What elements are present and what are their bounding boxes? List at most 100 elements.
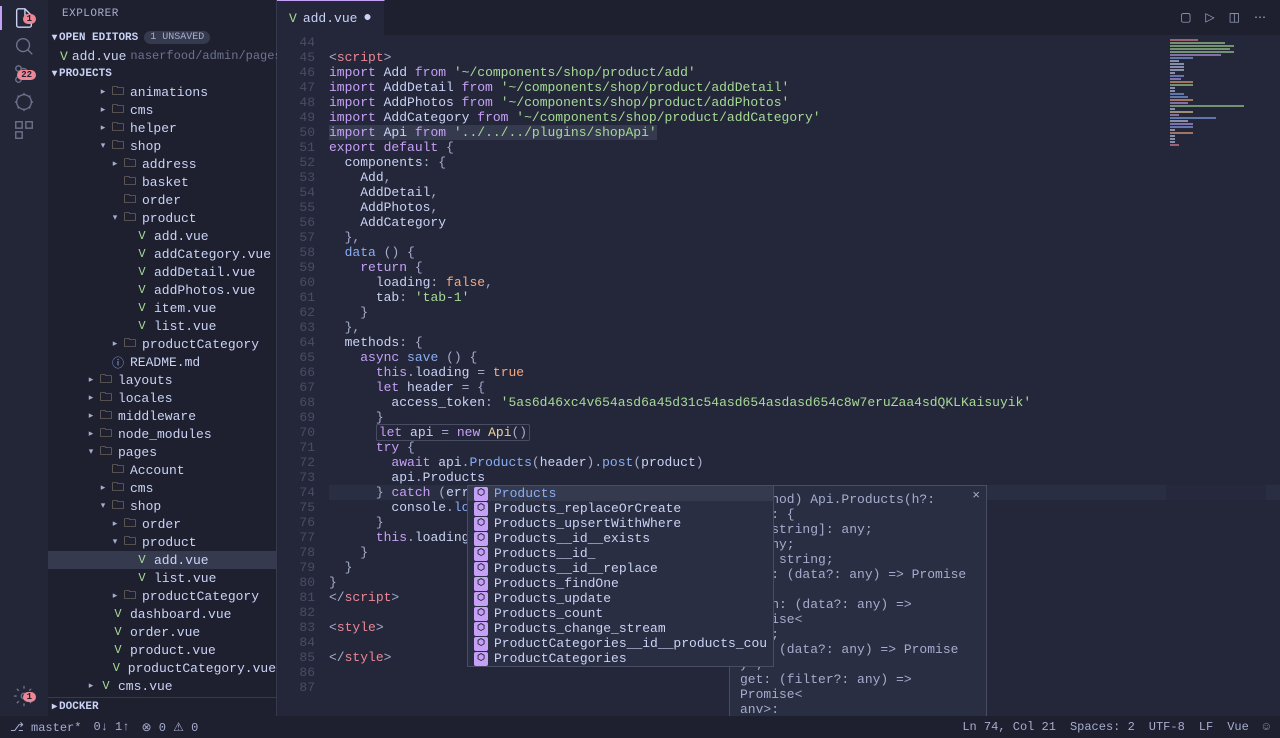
method-icon: ⬡ xyxy=(474,562,488,576)
tree-item-cms[interactable]: ▸🗀cms xyxy=(48,101,276,119)
tree-item-shop[interactable]: ▾🗀shop xyxy=(48,497,276,515)
cursor-position[interactable]: Ln 74, Col 21 xyxy=(962,720,1056,734)
md-icon: ⓘ xyxy=(110,354,126,371)
tree-item-productCategory-vue[interactable]: ▸VproductCategory.vue xyxy=(48,659,276,677)
tree-item-layouts[interactable]: ▸🗀layouts xyxy=(48,371,276,389)
encoding-status[interactable]: UTF-8 xyxy=(1149,720,1185,734)
tree-item-product[interactable]: ▾🗀product xyxy=(48,209,276,227)
search-icon[interactable] xyxy=(12,34,36,58)
suggest-item[interactable]: ⬡Products__id__exists xyxy=(468,531,773,546)
git-icon[interactable]: 22 xyxy=(12,62,36,86)
method-icon: ⬡ xyxy=(474,547,488,561)
suggest-widget[interactable]: ⬡Products⬡Products_replaceOrCreate⬡Produ… xyxy=(467,485,774,667)
feedback-icon[interactable]: ☺ xyxy=(1263,720,1270,734)
tree-item-productCategory[interactable]: ▸🗀productCategory xyxy=(48,587,276,605)
suggest-item[interactable]: ⬡Products__id__replace xyxy=(468,561,773,576)
vue-icon: V xyxy=(134,283,150,297)
tree-item-node_modules[interactable]: ▸🗀node_modules xyxy=(48,425,276,443)
tree-item-locales[interactable]: ▸🗀locales xyxy=(48,389,276,407)
tree-item-animations[interactable]: ▸🗀animations xyxy=(48,83,276,101)
tree-item-addCategory-vue[interactable]: ▸VaddCategory.vue xyxy=(48,245,276,263)
vue-icon: V xyxy=(134,247,150,261)
debug-icon[interactable] xyxy=(12,90,36,114)
folder-icon: 🗀 xyxy=(122,532,138,553)
tree-item-order-vue[interactable]: ▸Vorder.vue xyxy=(48,623,276,641)
vue-icon: V xyxy=(134,301,150,315)
tree-item-list-vue[interactable]: ▸Vlist.vue xyxy=(48,317,276,335)
tab-dirty-icon[interactable]: ● xyxy=(363,10,371,26)
suggest-item[interactable]: ⬡Products xyxy=(468,486,773,501)
method-icon: ⬡ xyxy=(474,592,488,606)
tree-item-README-md[interactable]: ▸ⓘREADME.md xyxy=(48,353,276,371)
tree-item-middleware[interactable]: ▸🗀middleware xyxy=(48,407,276,425)
tree-item-add-vue[interactable]: ▸Vadd.vue xyxy=(48,227,276,245)
vue-icon: V xyxy=(134,265,150,279)
tree-item-product[interactable]: ▾🗀product xyxy=(48,533,276,551)
split-editor-icon[interactable]: ◫ xyxy=(1229,10,1240,25)
sync-status[interactable]: 0↓ 1↑ xyxy=(93,720,129,734)
tree-item-shop[interactable]: ▾🗀shop xyxy=(48,137,276,155)
vue-icon: V xyxy=(110,643,126,657)
problems-status[interactable]: ⊗ 0 ⚠ 0 xyxy=(141,720,198,735)
suggest-item[interactable]: ⬡ProductCategories__id__products_cou xyxy=(468,636,773,651)
vue-icon: V xyxy=(98,679,114,693)
tree-item-dashboard-vue[interactable]: ▸Vdashboard.vue xyxy=(48,605,276,623)
suggest-item[interactable]: ⬡Products_update xyxy=(468,591,773,606)
language-status[interactable]: Vue xyxy=(1227,720,1249,734)
tree-item-addDetail-vue[interactable]: ▸VaddDetail.vue xyxy=(48,263,276,281)
tree-item-add-vue[interactable]: ▸Vadd.vue xyxy=(48,551,276,569)
open-editor-item[interactable]: V add.vue naserfood/admin/pages/shop/p..… xyxy=(48,47,276,65)
tree-item-cms-vue[interactable]: ▸Vcms.vue xyxy=(48,677,276,695)
tree-item-product-vue[interactable]: ▸Vproduct.vue xyxy=(48,641,276,659)
tree-item-productCategory[interactable]: ▸🗀productCategory xyxy=(48,335,276,353)
vue-icon: V xyxy=(289,11,297,26)
tree-item-Account[interactable]: ▸🗀Account xyxy=(48,461,276,479)
split-icon[interactable]: ▢ xyxy=(1180,10,1191,25)
suggest-item[interactable]: ⬡Products_upsertWithWhere xyxy=(468,516,773,531)
tree-item-helper[interactable]: ▸🗀helper xyxy=(48,119,276,137)
more-icon[interactable]: ⋯ xyxy=(1254,10,1266,25)
code-area[interactable]: <script>import Add from '~/components/sh… xyxy=(329,35,1280,716)
suggest-item[interactable]: ⬡Products_change_stream xyxy=(468,621,773,636)
folder-icon: 🗀 xyxy=(122,586,138,607)
method-icon: ⬡ xyxy=(474,637,488,651)
projects-header[interactable]: ▾PROJECTS xyxy=(48,65,276,83)
tab-add-vue[interactable]: V add.vue ● xyxy=(277,0,385,35)
suggest-item[interactable]: ⬡ProductCategories xyxy=(468,651,773,666)
vue-icon: V xyxy=(60,49,68,64)
tree-item-addPhotos-vue[interactable]: ▸VaddPhotos.vue xyxy=(48,281,276,299)
suggest-item[interactable]: ⬡Products__id_ xyxy=(468,546,773,561)
tree-item-address[interactable]: ▸🗀address xyxy=(48,155,276,173)
tree-item-list-vue[interactable]: ▸Vlist.vue xyxy=(48,569,276,587)
suggest-item[interactable]: ⬡Products_count xyxy=(468,606,773,621)
method-icon: ⬡ xyxy=(474,487,488,501)
tree-item-pages[interactable]: ▾🗀pages xyxy=(48,443,276,461)
git-branch[interactable]: ⎇ master* xyxy=(10,720,81,735)
method-icon: ⬡ xyxy=(474,652,488,666)
files-icon[interactable]: 1 xyxy=(12,6,36,30)
tree-item-cms[interactable]: ▸🗀cms xyxy=(48,479,276,497)
folder-icon: 🗀 xyxy=(122,208,138,229)
status-bar: ⎇ master* 0↓ 1↑ ⊗ 0 ⚠ 0 Ln 74, Col 21 Sp… xyxy=(0,716,1280,738)
run-icon[interactable]: ▷ xyxy=(1205,10,1214,25)
tree-item-basket[interactable]: ▸🗀basket xyxy=(48,173,276,191)
method-icon: ⬡ xyxy=(474,502,488,516)
suggest-item[interactable]: ⬡Products_replaceOrCreate xyxy=(468,501,773,516)
eol-status[interactable]: LF xyxy=(1199,720,1213,734)
vue-icon: V xyxy=(110,625,126,639)
tree-item-item-vue[interactable]: ▸Vitem.vue xyxy=(48,299,276,317)
suggest-item[interactable]: ⬡Products_findOne xyxy=(468,576,773,591)
close-icon[interactable]: × xyxy=(972,488,980,503)
open-editors-header[interactable]: ▾OPEN EDITORS1 UNSAVED xyxy=(48,28,276,47)
minimap[interactable] xyxy=(1166,35,1266,716)
tree-item-order[interactable]: ▸🗀order xyxy=(48,515,276,533)
folder-icon: 🗀 xyxy=(122,334,138,355)
indent-status[interactable]: Spaces: 2 xyxy=(1070,720,1135,734)
vue-icon: V xyxy=(134,553,150,567)
settings-icon[interactable]: 1 xyxy=(12,684,36,708)
docker-header[interactable]: ▸DOCKER xyxy=(48,697,276,716)
extensions-icon[interactable] xyxy=(12,118,36,142)
method-icon: ⬡ xyxy=(474,577,488,591)
tree-item-order[interactable]: ▸🗀order xyxy=(48,191,276,209)
vue-icon: V xyxy=(134,319,150,333)
